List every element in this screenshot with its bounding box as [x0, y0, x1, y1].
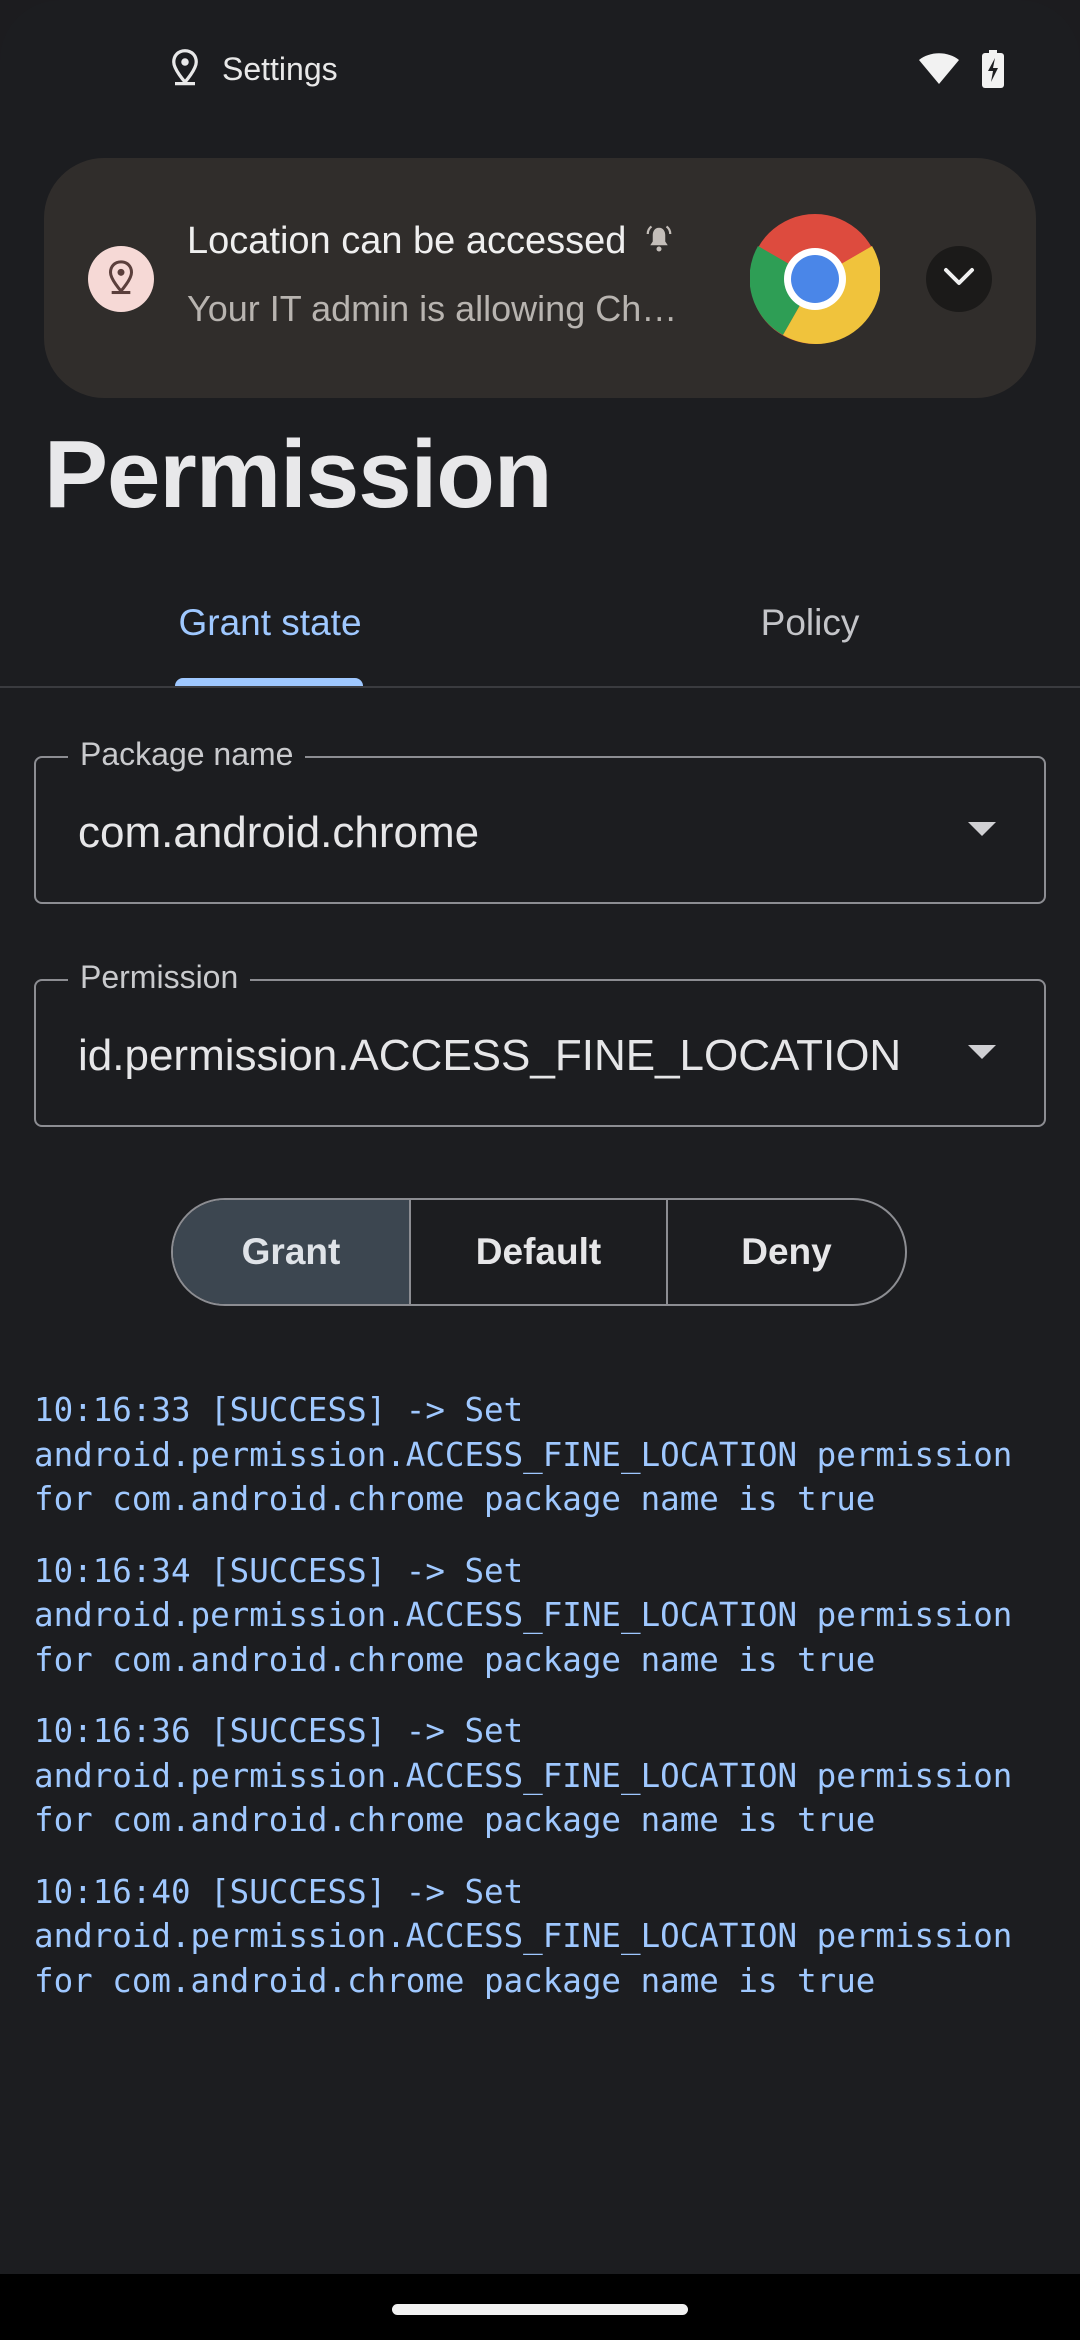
permission-value: id.permission.ACCESS_FINE_LOCATION — [78, 1031, 902, 1080]
chrome-icon — [749, 214, 881, 344]
expand-notification-button[interactable] — [926, 246, 992, 312]
location-pin-icon — [170, 48, 200, 91]
grant-button[interactable]: Grant — [173, 1200, 411, 1304]
status-app-title: Settings — [222, 51, 338, 87]
default-button[interactable]: Default — [411, 1200, 668, 1304]
tab-indicator — [175, 678, 363, 686]
screen: Settings Location can be accessed Your I… — [0, 0, 1080, 2340]
grant-state-segmented-control: Grant Default Deny — [171, 1198, 907, 1306]
log-entry: 10:16:40 [SUCCESS] -> Set android.permis… — [34, 1872, 1013, 2000]
log-entry: 10:16:36 [SUCCESS] -> Set android.permis… — [34, 1712, 1013, 1839]
page-title: Permission — [44, 421, 553, 528]
permission-dropdown[interactable]: Permission id.permission.ACCESS_FINE_LOC… — [34, 959, 1046, 1127]
notification-title-row: Location can be accessed — [187, 220, 674, 263]
status-bar: Settings — [0, 0, 1080, 140]
log-output: 10:16:33 [SUCCESS] -> Set android.permis… — [34, 1388, 1054, 2030]
status-left: Settings — [170, 48, 338, 91]
log-entry: 10:16:34 [SUCCESS] -> Set android.permis… — [34, 1551, 1013, 1679]
location-notification[interactable]: Location can be accessed Your IT admin i… — [44, 158, 1036, 398]
notification-title: Location can be accessed — [187, 220, 627, 262]
dropdown-arrow-icon[interactable] — [968, 822, 996, 836]
dropdown-arrow-icon[interactable] — [968, 1045, 996, 1059]
log-entry: 10:16:33 [SUCCESS] -> Set android.permis… — [34, 1391, 1013, 1518]
package-name-label: Package name — [68, 736, 306, 773]
status-icons — [918, 50, 1004, 93]
tab-policy[interactable]: Policy — [540, 560, 1080, 686]
home-gesture-handle[interactable] — [392, 2304, 688, 2315]
chevron-down-icon — [942, 266, 976, 293]
tab-grant-state[interactable]: Grant state — [0, 560, 540, 686]
bell-icon — [644, 224, 674, 259]
package-name-dropdown[interactable]: Package name com.android.chrome — [34, 736, 1046, 904]
permission-label: Permission — [68, 959, 251, 996]
tab-bar: Grant state Policy — [0, 560, 1080, 688]
deny-button[interactable]: Deny — [668, 1200, 905, 1304]
package-name-value: com.android.chrome — [78, 808, 480, 857]
location-pin-icon — [107, 259, 135, 300]
notification-text: Your IT admin is allowing Ch… — [187, 288, 678, 329]
navigation-bar — [0, 2274, 1080, 2340]
battery-charging-icon — [982, 50, 1004, 93]
notification-icon-bubble — [88, 246, 154, 312]
wifi-icon — [918, 52, 960, 91]
